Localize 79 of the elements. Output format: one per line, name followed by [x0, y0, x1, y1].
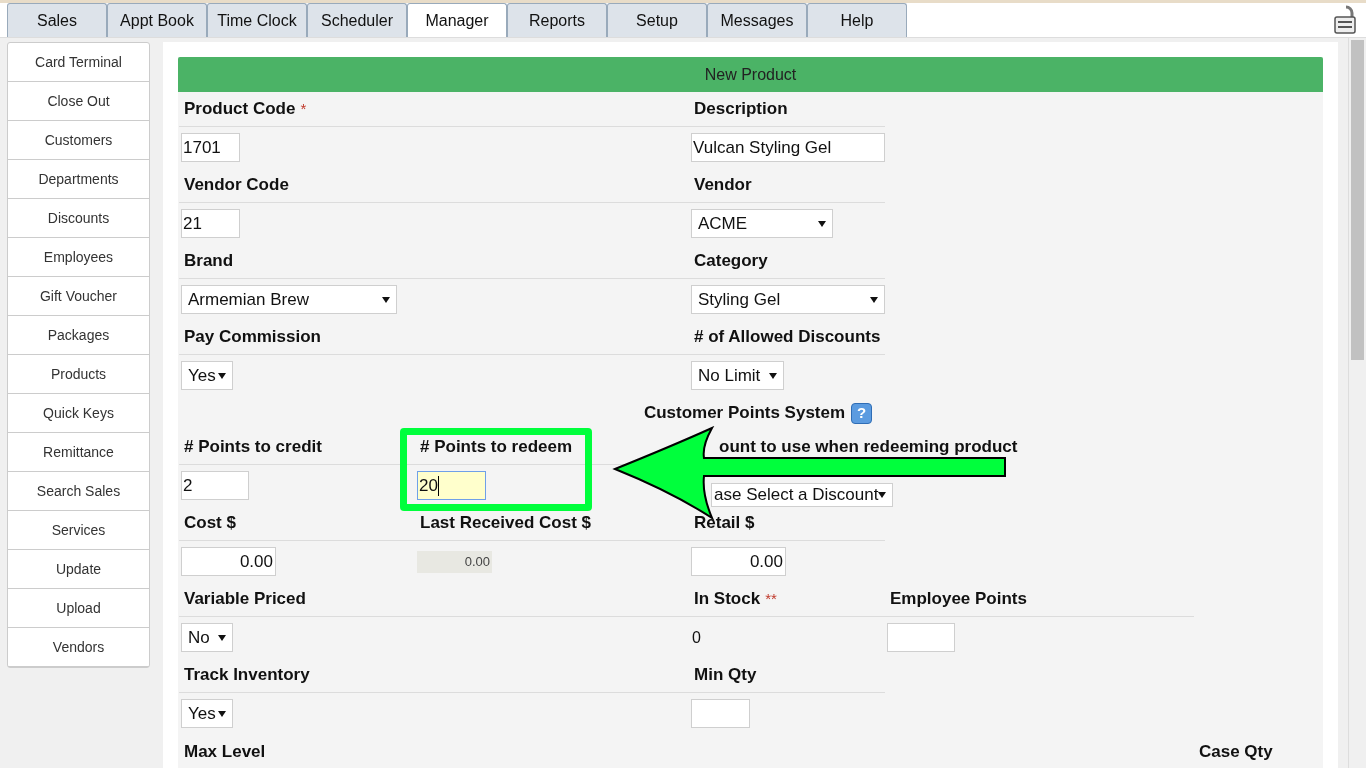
field-label: Retail $: [694, 512, 755, 535]
sidebar-item[interactable]: Packages: [8, 316, 149, 355]
sidebar-item[interactable]: Upload: [8, 589, 149, 628]
input-field[interactable]: 2: [181, 471, 249, 500]
input-field[interactable]: [691, 699, 750, 728]
sidebar-item[interactable]: Discounts: [8, 199, 149, 238]
field-label: Case Qty: [1199, 740, 1273, 763]
sidebar-item[interactable]: Gift Voucher: [8, 277, 149, 316]
input-field[interactable]: 1701: [181, 133, 240, 162]
sidebar-item[interactable]: Quick Keys: [8, 394, 149, 433]
nav-tab[interactable]: Appt Book: [107, 3, 207, 37]
sidebar-item[interactable]: Employees: [8, 238, 149, 277]
field-label: Vendor Code: [184, 174, 289, 197]
field-label: # Points to redeem: [420, 436, 573, 459]
dropdown[interactable]: Styling Gel: [691, 285, 885, 314]
required-marker: *: [300, 98, 307, 119]
caret-icon: [218, 634, 226, 641]
field-label: In Stock: [694, 588, 761, 611]
form-header: New Product: [178, 57, 1323, 92]
sidebar-item[interactable]: Card Terminal: [8, 43, 149, 82]
sidebar-item[interactable]: Search Sales: [8, 472, 149, 511]
input-field[interactable]: [887, 623, 955, 652]
sidebar-item[interactable]: Remittance: [8, 433, 149, 472]
caret-icon: [382, 296, 390, 303]
dropdown[interactable]: Yes: [181, 699, 233, 728]
field-label: Category: [694, 250, 768, 273]
caret-icon: [878, 491, 887, 498]
nav-tab[interactable]: Setup: [607, 3, 707, 37]
caret-icon: [218, 710, 226, 717]
field-label: Min Qty: [694, 664, 757, 687]
nav-tab[interactable]: Reports: [507, 3, 607, 37]
input-field[interactable]: 0.00: [691, 547, 786, 576]
field-label: Variable Priced: [184, 588, 306, 611]
nav-tab[interactable]: Messages: [707, 3, 807, 37]
sidebar-item[interactable]: Close Out: [8, 82, 149, 121]
nav-tab[interactable]: Time Clock: [207, 3, 307, 37]
field-label: Employee Points: [890, 588, 1027, 611]
sidebar-item[interactable]: Services: [8, 511, 149, 550]
dropdown[interactable]: No: [181, 623, 233, 652]
input-field[interactable]: 0.00: [181, 547, 276, 576]
scrollbar[interactable]: [1348, 38, 1366, 768]
field-label: Vendor: [694, 174, 752, 197]
sidebar-item[interactable]: Departments: [8, 160, 149, 199]
field-label: # of Allowed Discounts: [694, 326, 881, 349]
field-label: Last Received Cost $: [420, 512, 591, 535]
dropdown[interactable]: ACME: [691, 209, 833, 238]
readonly-field: 0.00: [417, 550, 492, 573]
nav-tab[interactable]: Manager: [407, 3, 507, 37]
field-label: Description: [694, 98, 788, 121]
required-marker: **: [765, 588, 777, 609]
sidebar-item[interactable]: Vendors: [8, 628, 149, 667]
sidebar-item[interactable]: Update: [8, 550, 149, 589]
input-field[interactable]: Vulcan Styling Gel: [691, 133, 885, 162]
stock-value: 0: [691, 627, 701, 648]
field-label: Brand: [184, 250, 234, 273]
field-label: # Points to credit: [184, 436, 322, 459]
caret-icon: [769, 372, 777, 379]
field-label: ount to use when redeeming product: [719, 436, 1018, 459]
input-field[interactable]: 20: [417, 471, 486, 500]
dropdown[interactable]: Armemian Brew: [181, 285, 397, 314]
caret-icon: [870, 296, 878, 303]
input-field[interactable]: 21: [181, 209, 240, 238]
nav-tab[interactable]: Sales: [7, 3, 107, 37]
field-label: Cost $: [184, 512, 236, 535]
dropdown[interactable]: No Limit: [691, 361, 784, 390]
field-label: Max Level: [184, 740, 266, 763]
dropdown[interactable]: Yes: [181, 361, 233, 390]
lock-icon[interactable]: [1333, 5, 1359, 35]
nav-tab[interactable]: Help: [807, 3, 907, 37]
section-title: Customer Points System: [643, 402, 846, 425]
caret-icon: [218, 372, 226, 379]
field-label: Pay Commission: [184, 326, 321, 349]
sidebar-item[interactable]: Customers: [8, 121, 149, 160]
nav-tab[interactable]: Scheduler: [307, 3, 407, 37]
field-label: Track Inventory: [184, 664, 310, 687]
sidebar-item[interactable]: Products: [8, 355, 149, 394]
field-label: Product Code: [184, 98, 296, 121]
caret-icon: [818, 220, 826, 227]
dropdown[interactable]: ase Select a Discount: [711, 482, 894, 507]
